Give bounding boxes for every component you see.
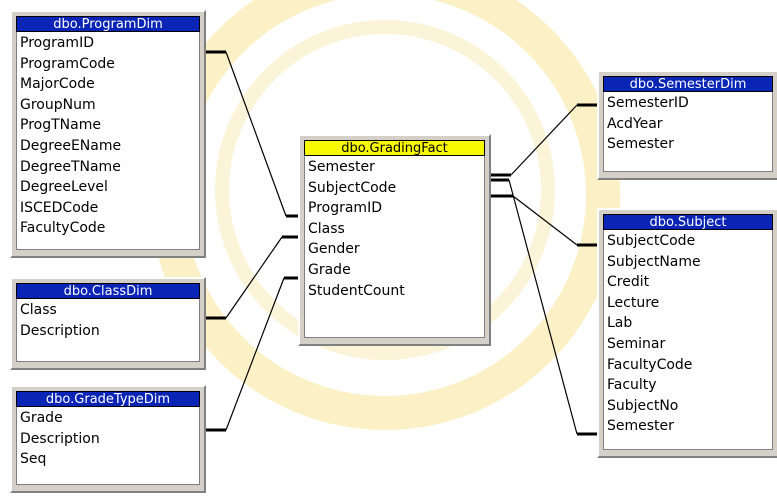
field-programid[interactable]: ProgramID <box>308 198 481 219</box>
field-subjectcode[interactable]: SubjectCode <box>607 231 769 252</box>
link-program <box>225 51 287 217</box>
field-lab[interactable]: Lab <box>607 313 769 334</box>
field-degreelevel[interactable]: DegreeLevel <box>20 177 196 198</box>
field-grade[interactable]: Grade <box>20 408 196 429</box>
link-subject-semester <box>508 179 578 435</box>
field-description[interactable]: Description <box>20 429 196 450</box>
field-gender[interactable]: Gender <box>308 239 481 260</box>
field-subjectcode[interactable]: SubjectCode <box>308 178 481 199</box>
field-seminar[interactable]: Seminar <box>607 334 769 355</box>
field-subjectname[interactable]: SubjectName <box>607 252 769 273</box>
field-semester[interactable]: Semester <box>607 416 769 437</box>
field-facultycode[interactable]: FacultyCode <box>607 355 769 376</box>
field-list: SemesterID AcdYear Semester <box>603 92 773 172</box>
field-credit[interactable]: Credit <box>607 272 769 293</box>
field-semester[interactable]: Semester <box>607 134 769 155</box>
field-lecture[interactable]: Lecture <box>607 293 769 314</box>
field-semester[interactable]: Semester <box>308 157 481 178</box>
field-faculty[interactable]: Faculty <box>607 375 769 396</box>
field-list: Class Description <box>16 299 200 362</box>
field-facultycode[interactable]: FacultyCode <box>20 218 196 239</box>
field-list: SubjectCode SubjectName Credit Lecture L… <box>603 230 773 450</box>
table-gradetypedim[interactable]: dbo.GradeTypeDim Grade Description Seq <box>10 385 206 493</box>
table-classdim[interactable]: dbo.ClassDim Class Description <box>10 277 206 370</box>
field-semesterid[interactable]: SemesterID <box>607 93 769 114</box>
table-title[interactable]: dbo.GradeTypeDim <box>16 391 200 407</box>
field-iscedcode[interactable]: ISCEDCode <box>20 198 196 219</box>
field-description[interactable]: Description <box>20 321 196 342</box>
link-gradetype <box>225 277 285 431</box>
field-acdyear[interactable]: AcdYear <box>607 114 769 135</box>
table-programdim[interactable]: dbo.ProgramDim ProgramID ProgramCode Maj… <box>10 10 206 258</box>
field-programid[interactable]: ProgramID <box>20 33 196 54</box>
table-title[interactable]: dbo.GradingFact <box>304 140 485 156</box>
field-progtname[interactable]: ProgTName <box>20 115 196 136</box>
field-class[interactable]: Class <box>20 300 196 321</box>
field-programcode[interactable]: ProgramCode <box>20 54 196 75</box>
link-subjectcode <box>512 195 578 246</box>
field-class[interactable]: Class <box>308 219 481 240</box>
field-list: ProgramID ProgramCode MajorCode GroupNum… <box>16 32 200 250</box>
field-list: Grade Description Seq <box>16 407 200 485</box>
field-groupnum[interactable]: GroupNum <box>20 95 196 116</box>
table-title[interactable]: dbo.ClassDim <box>16 283 200 299</box>
table-subject[interactable]: dbo.Subject SubjectCode SubjectName Cred… <box>597 208 777 458</box>
field-subjectno[interactable]: SubjectNo <box>607 396 769 417</box>
table-title[interactable]: dbo.ProgramDim <box>16 16 200 32</box>
field-degreetname[interactable]: DegreeTName <box>20 157 196 178</box>
link-semester <box>510 104 578 176</box>
table-title[interactable]: dbo.Subject <box>603 214 773 230</box>
table-title[interactable]: dbo.SemesterDim <box>603 76 773 92</box>
field-majorcode[interactable]: MajorCode <box>20 74 196 95</box>
field-grade[interactable]: Grade <box>308 260 481 281</box>
field-seq[interactable]: Seq <box>20 449 196 470</box>
table-semesterdim[interactable]: dbo.SemesterDim SemesterID AcdYear Semes… <box>597 70 777 180</box>
field-studentcount[interactable]: StudentCount <box>308 281 481 302</box>
field-degreeename[interactable]: DegreeEName <box>20 136 196 157</box>
table-gradingfact[interactable]: dbo.GradingFact Semester SubjectCode Pro… <box>298 134 491 346</box>
field-list: Semester SubjectCode ProgramID Class Gen… <box>304 156 485 338</box>
